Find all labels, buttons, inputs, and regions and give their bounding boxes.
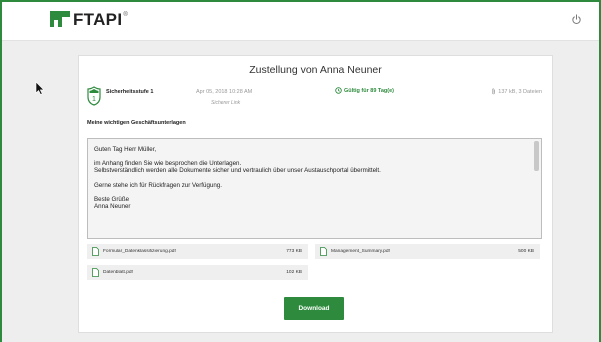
- delivery-card: Zustellung von Anna Neuner 1 Sicherheits…: [78, 55, 553, 333]
- message-signature: Anna Neuner: [94, 203, 131, 211]
- validity-status: Gültig für 89 Tag(e): [335, 87, 394, 94]
- power-icon[interactable]: [571, 14, 582, 25]
- validity-text: Gültig für 89 Tag(e): [344, 87, 395, 94]
- cursor-icon: [35, 81, 45, 95]
- logo-mark-icon: [50, 11, 70, 27]
- file-size: 102 KB: [286, 270, 302, 275]
- paperclip-icon: [492, 88, 496, 95]
- file-icon: [92, 247, 99, 256]
- download-button[interactable]: Download: [284, 297, 344, 320]
- link-type: Sicherer Link: [211, 100, 241, 106]
- message-line-3: Gerne stehe ich für Rückfragen zur Verfü…: [94, 181, 222, 189]
- ftapi-logo[interactable]: FTAPI ®: [50, 11, 128, 28]
- message-box[interactable]: Guten Tag Herr Müller, im Anhang finden …: [87, 138, 542, 239]
- file-item[interactable]: Formular_Datenklassifizierung.pdf 773 KB: [87, 244, 308, 259]
- message-closing-text: Beste Grüße: [94, 195, 130, 203]
- file-size: 773 KB: [286, 249, 302, 254]
- message-greeting: Guten Tag Herr Müller,: [94, 146, 157, 153]
- security-level-label: Sicherheitsstufe 1: [106, 89, 154, 95]
- app-frame: FTAPI ® Zustellung von Anna Neuner 1 Sic…: [2, 2, 599, 342]
- message-text: Guten Tag Herr Müller, im Anhang finden …: [94, 146, 526, 217]
- logo-registered-mark: ®: [123, 12, 128, 18]
- file-item[interactable]: Management_Summary.pdf 500 KB: [315, 244, 540, 259]
- file-icon: [92, 268, 99, 277]
- message-line-1: im Anhang finden Sie wie besprochen die …: [94, 160, 242, 168]
- file-name: Formular_Datenklassifizierung.pdf: [103, 249, 176, 254]
- file-name: Datenblatt.pdf: [103, 270, 133, 275]
- file-icon: [320, 247, 327, 256]
- shield-icon: 1: [87, 86, 101, 106]
- attachment-summary-text: 137 kB, 3 Dateien: [498, 88, 542, 95]
- attachment-summary: 137 kB, 3 Dateien: [491, 88, 542, 95]
- delivery-date: Apr 05, 2018 10:28 AM: [196, 89, 253, 95]
- file-size: 500 KB: [518, 249, 534, 254]
- clock-icon: [335, 87, 342, 94]
- logo-text: FTAPI: [73, 10, 123, 29]
- file-item[interactable]: Datenblatt.pdf 102 KB: [87, 265, 308, 280]
- message-line-2: Selbstverständlich werden alle Dokumente…: [94, 167, 381, 175]
- message-body: im Anhang finden Sie wie besprochen die …: [94, 160, 526, 174]
- security-level-number: 1: [92, 96, 96, 103]
- message-scrollbar[interactable]: [534, 141, 539, 171]
- message-subject: Meine wichtigen Geschäftsunterlagen: [87, 120, 186, 126]
- message-closing: Beste Grüße Anna Neuner: [94, 196, 526, 210]
- top-bar: FTAPI ®: [2, 2, 599, 41]
- delivery-title: Zustellung von Anna Neuner: [249, 64, 382, 76]
- file-name: Management_Summary.pdf: [331, 249, 390, 254]
